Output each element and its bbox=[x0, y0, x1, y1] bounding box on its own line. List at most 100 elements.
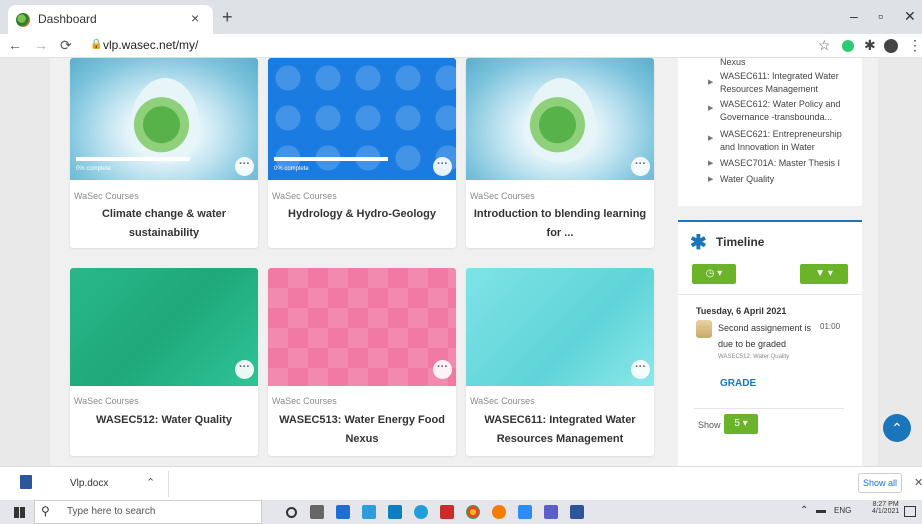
course-category: WaSec Courses bbox=[74, 191, 139, 201]
sidebar-course-link[interactable]: WASEC701A: Master Thesis I bbox=[720, 157, 856, 170]
course-title[interactable]: WASEC611: Integrated Water Resources Man… bbox=[472, 411, 648, 449]
taskbar-search-box[interactable]: ⚲ Type here to search bbox=[34, 500, 262, 524]
course-image[interactable]: 0% complete ··· bbox=[70, 58, 258, 180]
chevron-right-icon[interactable]: ▶ bbox=[708, 159, 713, 167]
lock-icon[interactable]: 🔒 bbox=[90, 39, 102, 50]
course-title[interactable]: Climate change & water sustainability bbox=[76, 205, 252, 243]
progress-bar bbox=[76, 157, 190, 161]
timeline-filter-date-button[interactable]: ◷ ▾ bbox=[692, 264, 736, 284]
course-menu-button[interactable]: ··· bbox=[631, 360, 650, 379]
forward-arrow-icon[interactable]: → bbox=[34, 37, 48, 53]
tab-dashboard[interactable]: Dashboard × bbox=[8, 5, 213, 34]
windows-start-icon[interactable] bbox=[14, 507, 25, 518]
extensions-puzzle-icon[interactable]: ✱ bbox=[864, 37, 876, 54]
photos-app-icon[interactable] bbox=[362, 505, 376, 519]
divider bbox=[678, 294, 862, 295]
word-app-icon[interactable] bbox=[570, 505, 584, 519]
course-menu-button[interactable]: ··· bbox=[433, 360, 452, 379]
course-image[interactable]: ··· bbox=[268, 268, 456, 386]
chevron-right-icon[interactable]: ▶ bbox=[708, 134, 713, 142]
task-view-icon[interactable] bbox=[310, 505, 324, 519]
scroll-to-top-button[interactable]: ⌃ bbox=[883, 414, 911, 442]
show-label: Show bbox=[698, 420, 721, 430]
grade-link[interactable]: GRADE bbox=[720, 378, 756, 389]
course-menu-button[interactable]: ··· bbox=[631, 157, 650, 176]
language-indicator[interactable]: ENG bbox=[834, 506, 851, 515]
course-card[interactable]: ··· WaSec Courses WASEC611: Integrated W… bbox=[466, 268, 654, 456]
tab-close-icon[interactable]: × bbox=[191, 10, 199, 26]
address-bar-row: ← → ⟳ 🔒 vlp.wasec.net/my/ ☆ ✱ ⋮ bbox=[0, 34, 922, 58]
course-menu-button[interactable]: ··· bbox=[235, 157, 254, 176]
course-card[interactable]: 0% complete ··· WaSec Courses Hydrology … bbox=[268, 58, 456, 248]
sidebar-course-partial[interactable]: Nexus bbox=[720, 56, 746, 69]
reload-icon[interactable]: ⟳ bbox=[60, 37, 72, 54]
show-all-downloads-button[interactable]: Show all bbox=[858, 473, 902, 493]
edge-browser-icon[interactable] bbox=[414, 505, 428, 519]
window-minimize-button[interactable]: – bbox=[850, 8, 858, 24]
firefox-icon[interactable] bbox=[492, 505, 506, 519]
course-category: WaSec Courses bbox=[470, 396, 535, 406]
new-tab-button[interactable]: + bbox=[222, 8, 233, 26]
clock-time: 8:27 PM bbox=[872, 501, 899, 508]
teams-icon[interactable] bbox=[544, 505, 558, 519]
left-gutter bbox=[0, 58, 50, 466]
divider bbox=[694, 408, 844, 409]
window-maximize-button[interactable]: ▫ bbox=[878, 8, 883, 24]
course-image[interactable]: 0% complete ··· bbox=[268, 58, 456, 180]
pdf-reader-icon[interactable] bbox=[440, 505, 454, 519]
course-title[interactable]: WASEC513: Water Energy Food Nexus bbox=[274, 411, 450, 449]
right-gutter bbox=[878, 58, 922, 466]
battery-icon[interactable]: ▬ bbox=[816, 505, 826, 516]
sidebar-course-link[interactable]: WASEC612: Water Policy and Governance -t… bbox=[720, 98, 856, 124]
chrome-browser-icon[interactable] bbox=[466, 505, 480, 519]
zoom-app-icon[interactable] bbox=[518, 505, 532, 519]
cortana-icon[interactable] bbox=[286, 507, 297, 518]
course-category: WaSec Courses bbox=[74, 396, 139, 406]
url-field[interactable]: vlp.wasec.net/my/ bbox=[103, 38, 198, 52]
chevron-right-icon[interactable]: ▶ bbox=[708, 104, 713, 112]
sidebar-course-link[interactable]: WASEC611: Integrated Water Resources Man… bbox=[720, 70, 856, 96]
course-card[interactable]: ··· WaSec Courses WASEC513: Water Energy… bbox=[268, 268, 456, 456]
course-image[interactable]: ··· bbox=[466, 58, 654, 180]
search-placeholder: Type here to search bbox=[67, 506, 156, 517]
course-image[interactable]: ··· bbox=[466, 268, 654, 386]
course-menu-button[interactable]: ··· bbox=[235, 360, 254, 379]
browser-menu-icon[interactable]: ⋮ bbox=[908, 37, 922, 54]
chevron-right-icon[interactable]: ▶ bbox=[708, 78, 713, 86]
profile-avatar-icon[interactable] bbox=[884, 39, 898, 53]
mail-icon[interactable] bbox=[388, 505, 402, 519]
extension-green-icon[interactable] bbox=[842, 40, 854, 52]
course-title[interactable]: Introduction to blending learning for ..… bbox=[472, 205, 648, 243]
course-image[interactable]: ··· bbox=[70, 268, 258, 386]
water-globe-image bbox=[526, 78, 596, 163]
download-bar-close-icon[interactable]: ✕ bbox=[914, 476, 922, 489]
clock-date: 4/1/2021 bbox=[872, 508, 900, 515]
course-title[interactable]: Hydrology & Hydro-Geology bbox=[274, 205, 450, 224]
course-card[interactable]: ··· WaSec Courses WASEC512: Water Qualit… bbox=[70, 268, 258, 456]
course-category: WaSec Courses bbox=[272, 191, 337, 201]
my-courses-panel: Nexus ▶ WASEC611: Integrated Water Resou… bbox=[678, 56, 862, 206]
bookmark-star-icon[interactable]: ☆ bbox=[818, 37, 831, 54]
course-category: WaSec Courses bbox=[272, 396, 337, 406]
course-menu-button[interactable]: ··· bbox=[433, 157, 452, 176]
clock[interactable]: 8:27 PM 4/1/2021 bbox=[872, 501, 899, 515]
notification-center-icon[interactable] bbox=[904, 506, 916, 517]
tray-chevron-icon[interactable]: ⌃ bbox=[800, 505, 808, 516]
store-icon[interactable] bbox=[336, 505, 350, 519]
timeline-sort-button[interactable]: ▼ ▾ bbox=[800, 264, 848, 284]
sidebar-course-link[interactable]: WASEC621: Entrepreneurship and Innovatio… bbox=[720, 128, 856, 154]
window-close-button[interactable]: ✕ bbox=[904, 8, 916, 25]
timeline-event-time: 01:00 bbox=[820, 322, 841, 331]
course-title[interactable]: WASEC512: Water Quality bbox=[76, 411, 252, 430]
timeline-event-text[interactable]: Second assignement is due to be graded bbox=[718, 320, 814, 352]
assignment-icon bbox=[696, 320, 712, 338]
water-globe-image bbox=[130, 78, 200, 163]
show-count-select[interactable]: 5 ▾ bbox=[724, 414, 758, 434]
back-arrow-icon[interactable]: ← bbox=[8, 37, 22, 53]
download-options-chevron-icon[interactable]: ⌃ bbox=[146, 476, 155, 489]
download-filename[interactable]: Vlp.docx bbox=[70, 478, 108, 489]
sidebar-course-link[interactable]: Water Quality bbox=[720, 173, 856, 186]
course-card[interactable]: ··· WaSec Courses Introduction to blendi… bbox=[466, 58, 654, 248]
course-card[interactable]: 0% complete ··· WaSec Courses Climate ch… bbox=[70, 58, 258, 248]
chevron-right-icon[interactable]: ▶ bbox=[708, 175, 713, 183]
